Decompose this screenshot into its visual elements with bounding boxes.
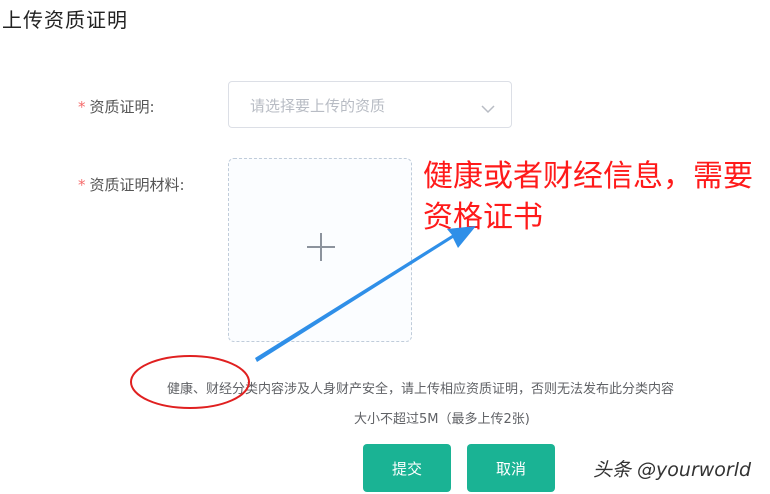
cancel-button[interactable]: 取消 [467,444,555,492]
qualification-label: * 资质证明: [78,96,155,117]
page-title: 上传资质证明 [2,8,128,32]
required-mark: * [78,176,86,194]
material-label: * 资质证明材料: [78,174,185,195]
material-label-text: 资质证明材料: [89,176,185,194]
watermark: 头条 @yourworld [593,459,752,481]
upload-hint-text: 健康、财经分类内容涉及人身财产安全，请上传相应资质证明，否则无法发布此分类内容 [167,382,675,397]
required-mark: * [78,98,86,116]
qualification-label-text: 资质证明: [89,98,155,116]
chevron-down-icon [481,99,495,118]
submit-button[interactable]: 提交 [363,444,451,492]
upload-box[interactable] [228,158,412,342]
qualification-select[interactable]: 请选择要上传的资质 [228,81,512,128]
plus-icon [306,232,336,266]
annotation-text: 健康或者财经信息，需要资格证书 [423,159,753,235]
upload-size-limit-text: 大小不超过5M（最多上传2张) [354,412,530,427]
qualification-select-placeholder: 请选择要上传的资质 [250,97,386,115]
